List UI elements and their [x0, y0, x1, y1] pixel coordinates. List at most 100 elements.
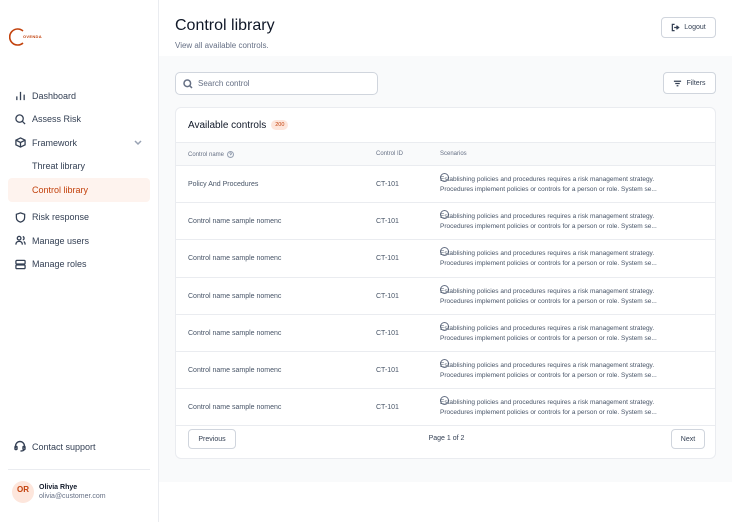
- sidebar-item-label: Risk response: [32, 212, 90, 223]
- logout-icon: [672, 23, 680, 32]
- scenario-line: Procedures implement policies or control…: [440, 223, 657, 231]
- control-id-cell: CT-101: [376, 181, 399, 188]
- table-row[interactable]: Control name sample nomenc CT-101 Establis…: [176, 315, 715, 352]
- scenarios-cell: Establishing policies and procedures req…: [440, 249, 700, 269]
- scenario-line: Procedures implement policies or control…: [440, 260, 657, 268]
- control-name-cell: Control name sample nomenc: [188, 404, 282, 412]
- scenario-line: Establishing policies and procedures req…: [440, 287, 655, 295]
- search-icon: [14, 113, 26, 125]
- sidebar-divider: [8, 469, 150, 470]
- column-header-scenarios: Scenarios: [440, 151, 467, 157]
- chevron-down-icon[interactable]: [134, 138, 142, 146]
- sidebar-item-label: Manage roles: [32, 259, 87, 270]
- table-body: Policy And Procedures CT-101 Establishing …: [176, 166, 715, 427]
- user-name: Olivia Rhye: [39, 484, 78, 491]
- control-id-cell: CT-101: [376, 292, 399, 300]
- filters-button[interactable]: Filters: [663, 72, 716, 94]
- scenario-line: Procedures implement policies or control…: [440, 409, 657, 417]
- table-row[interactable]: Control name sample nomenc CT-101 Establis…: [176, 352, 715, 390]
- control-id-cell: CT-101: [376, 218, 399, 226]
- control-id-cell: CT-101: [376, 366, 399, 374]
- sidebar-nav: Dashboard Assess Risk Framework Threat l…: [8, 84, 150, 276]
- cube-icon: [14, 137, 26, 149]
- sidebar-item-framework[interactable]: Framework: [8, 131, 150, 155]
- control-name-cell: Control name sample nomenc: [188, 292, 282, 300]
- sidebar-item-manage-users[interactable]: Manage users: [8, 229, 150, 253]
- page-indicator: Page 1 of 2: [428, 435, 465, 442]
- sidebar-item-label: Assess Risk: [32, 114, 82, 125]
- sidebar-item-label: Control library: [32, 184, 89, 195]
- scenarios-cell: Establishing policies and procedures req…: [440, 175, 700, 195]
- table-row[interactable]: Policy And Procedures CT-101 Establishing …: [176, 166, 715, 204]
- scenario-line: Procedures implement policies or control…: [440, 334, 657, 342]
- control-id-cell: CT-101: [376, 404, 399, 412]
- page-header: Control library View all available contr…: [159, 0, 732, 56]
- sidebar-item-dashboard[interactable]: Dashboard: [8, 84, 150, 108]
- headset-icon: [14, 440, 32, 454]
- page-subtitle: View all available controls.: [175, 41, 269, 50]
- scenarios-cell: Establishing policies and procedures req…: [440, 361, 700, 381]
- server-icon: [14, 258, 26, 270]
- sidebar-item-manage-roles[interactable]: Manage roles: [8, 253, 150, 277]
- column-header-label: Control name: [188, 152, 225, 159]
- bar-chart-icon: [14, 90, 26, 102]
- sidebar-item-label: Threat library: [32, 161, 86, 172]
- user-email: olivia@customer.com: [39, 493, 106, 500]
- control-name-cell: Control name sample nomenc: [188, 329, 282, 337]
- contact-support-label: Contact support: [32, 442, 96, 452]
- column-header-control-id: Control ID: [376, 151, 404, 157]
- control-id-cell: CT-101: [376, 329, 399, 337]
- table-header: Control name Control ID Scenarios: [176, 142, 715, 166]
- table-row[interactable]: Control name sample nomenc CT-101 Establis…: [176, 203, 715, 241]
- scenario-line: Establishing policies and procedures req…: [440, 361, 655, 369]
- control-name-cell: Control name sample nomenc: [188, 366, 282, 374]
- sidebar-item-control-library[interactable]: Control library: [8, 178, 150, 202]
- card-title: Available controls: [188, 119, 267, 131]
- brand-logo[interactable]: OVENDA: [8, 27, 69, 47]
- search-input[interactable]: [198, 79, 368, 88]
- user-profile[interactable]: OR Olivia Rhye olivia@customer.com: [12, 481, 106, 503]
- card-header: Available controls 200: [176, 108, 715, 142]
- search-field[interactable]: [175, 72, 378, 95]
- sidebar-item-label: Framework: [32, 137, 78, 148]
- controls-card: Available controls 200 Control name Cont…: [175, 107, 716, 459]
- scenario-line: Procedures implement policies or control…: [440, 297, 657, 305]
- shield-icon: [14, 211, 26, 223]
- brand-logo-text: OVENDA: [23, 34, 42, 39]
- filters-label: Filters: [686, 79, 706, 87]
- control-name-cell: Control name sample nomenc: [188, 218, 282, 226]
- scenarios-cell: Establishing policies and procedures req…: [440, 398, 700, 418]
- page-title: Control library: [175, 17, 275, 34]
- scenario-line: Establishing policies and procedures req…: [440, 213, 655, 221]
- filter-lines-icon: [674, 80, 682, 86]
- count-badge: 200: [271, 120, 289, 130]
- control-name-cell: Control name sample nomenc: [188, 255, 282, 263]
- scenarios-cell: Establishing policies and procedures req…: [440, 287, 700, 307]
- help-circle-icon[interactable]: [224, 150, 235, 159]
- scenario-line: Procedures implement policies or control…: [440, 371, 657, 379]
- users-icon: [14, 235, 26, 247]
- sidebar: OVENDA Dashboard Assess Risk Framework T…: [0, 0, 159, 522]
- scenario-line: Procedures implement policies or control…: [440, 186, 657, 193]
- control-id-cell: CT-101: [376, 255, 399, 263]
- contact-support-link[interactable]: Contact support: [14, 440, 96, 454]
- sidebar-item-label: Dashboard: [32, 90, 77, 101]
- next-button[interactable]: Next: [671, 429, 705, 449]
- table-row[interactable]: Control name sample nomenc CT-101 Establis…: [176, 240, 715, 278]
- logout-button[interactable]: Logout: [661, 17, 716, 38]
- search-icon: [183, 78, 193, 89]
- logout-label: Logout: [684, 24, 706, 31]
- sidebar-item-threat-library[interactable]: Threat library: [8, 155, 150, 179]
- sidebar-item-assess-risk[interactable]: Assess Risk: [8, 108, 150, 132]
- scenarios-cell: Establishing policies and procedures req…: [440, 212, 700, 232]
- table-row[interactable]: Control name sample nomenc CT-101 Establis…: [176, 278, 715, 315]
- column-header-control-name[interactable]: Control name: [188, 150, 235, 159]
- scenarios-cell: Establishing policies and procedures req…: [440, 324, 700, 344]
- scenario-line: Establishing policies and procedures req…: [440, 399, 655, 407]
- scenario-line: Establishing policies and procedures req…: [440, 324, 655, 332]
- sidebar-item-risk-response[interactable]: Risk response: [8, 206, 150, 230]
- sidebar-item-label: Manage users: [32, 235, 90, 246]
- avatar: OR: [12, 481, 34, 503]
- pagination: Previous Page 1 of 2 Next: [176, 420, 717, 458]
- main-area: Control library View all available contr…: [159, 0, 732, 522]
